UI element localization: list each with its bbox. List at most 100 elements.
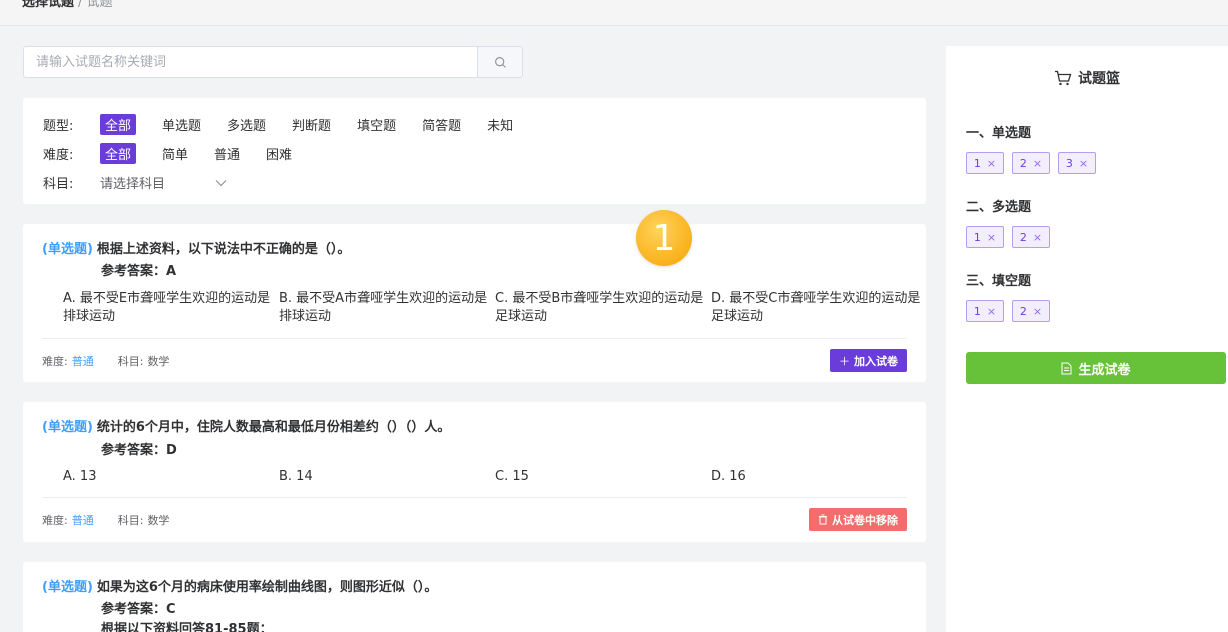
basket-chip-label: 1: [973, 230, 981, 244]
plus-icon: ＋: [839, 354, 850, 368]
difficulty-option-normal[interactable]: 普通: [214, 144, 240, 163]
basket-title: 试题篮: [946, 68, 1228, 88]
basket-chip[interactable]: 3 ×: [1058, 152, 1096, 174]
basket-chip-label: 1: [973, 156, 981, 170]
filter-panel: 题型: 全部 单选题 多选题 判断题 填空题 简答题 未知 难度: 全部 简单 …: [23, 98, 926, 204]
close-icon[interactable]: ×: [1033, 305, 1042, 318]
difficulty-value: 普通: [71, 355, 94, 368]
question-title: (单选题) 如果为这6个月的病床使用率绘制曲线图，则图形近似（）。: [42, 576, 437, 595]
basket-chip[interactable]: 2 ×: [1012, 300, 1050, 322]
question-footer: 难度: 普通 科目: 数学 ＋ 加入试卷: [42, 338, 907, 382]
option-c: C. 15: [495, 469, 529, 484]
option-c: C. 最不受B市聋哑学生欢迎的运动是足球运动: [495, 291, 704, 324]
basket-section-heading: 二、多选题: [966, 200, 1032, 215]
type-option-unknown[interactable]: 未知: [487, 115, 513, 134]
question-card: (单选题) 统计的6个月中，住院人数最高和最低月份相差约（）（）人。 参考答案：D…: [23, 402, 926, 542]
question-type: (单选题): [42, 242, 93, 257]
breadcrumb-current: / 试题: [78, 0, 113, 10]
breadcrumb: 选择试题 / 试题: [22, 0, 113, 10]
basket-section-heading: 一、单选题: [966, 126, 1032, 141]
generate-paper-label: 生成试卷: [1078, 362, 1131, 378]
question-options: A. 最不受E市聋哑学生欢迎的运动是排球运动 B. 最不受A市聋哑学生欢迎的运动…: [63, 290, 927, 326]
remove-from-paper-button[interactable]: 从试卷中移除: [809, 508, 907, 531]
close-icon[interactable]: ×: [987, 157, 996, 170]
search-icon: [494, 56, 506, 68]
option-a: A. 最不受E市聋哑学生欢迎的运动是排球运动: [63, 291, 271, 324]
close-icon[interactable]: ×: [1079, 157, 1088, 170]
basket-chip[interactable]: 2 ×: [1012, 226, 1050, 248]
close-icon[interactable]: ×: [987, 305, 996, 318]
subject-filter-row: 科目: 请选择科目: [43, 173, 906, 192]
subject-value: 数学: [147, 355, 170, 368]
option-d: D. 最不受C市聋哑学生欢迎的运动是足球运动: [711, 291, 921, 324]
type-option-judge[interactable]: 判断题: [292, 115, 331, 134]
type-option-fill[interactable]: 填空题: [357, 115, 396, 134]
difficulty-filter-row: 难度: 全部 简单 普通 困难: [43, 143, 906, 164]
question-type: (单选题): [42, 580, 93, 595]
remove-from-paper-label: 从试卷中移除: [832, 513, 898, 527]
add-to-paper-button[interactable]: ＋ 加入试卷: [830, 349, 907, 372]
question-basket: 试题篮 一、单选题 1 × 2 × 3 × 二、多选题 1 × 2 × 三、填空题 1 × …: [946, 46, 1228, 632]
question-extra: 根据以下资料回答81-85题：: [101, 622, 273, 632]
generate-paper-button[interactable]: 生成试卷: [966, 352, 1226, 384]
basket-chip-label: 3: [1065, 156, 1073, 170]
question-answer: 参考答案：A: [101, 264, 177, 279]
question-footer: 难度: 普通 科目: 数学 从试卷中移除: [42, 497, 907, 542]
question-text: 根据上述资料，以下说法中不正确的是（）。: [96, 242, 351, 257]
subject-label: 科目:: [117, 514, 144, 527]
question-text: 如果为这6个月的病床使用率绘制曲线图，则图形近似（）。: [96, 580, 438, 595]
question-text: 统计的6个月中，住院人数最高和最低月份相差约（）（）人。: [96, 420, 451, 435]
basket-chip[interactable]: 1 ×: [966, 226, 1004, 248]
search-input[interactable]: [23, 46, 477, 78]
basket-title-text: 试题篮: [1078, 71, 1120, 87]
question-title: (单选题) 根据上述资料，以下说法中不正确的是（）。: [42, 238, 350, 257]
subject-value: 数学: [147, 514, 170, 527]
question-options: A. 13 B. 14 C. 15 D. 16: [63, 468, 927, 486]
difficulty-option-hard[interactable]: 困难: [266, 144, 292, 163]
difficulty-option-easy[interactable]: 简单: [162, 144, 188, 163]
chevron-down-icon: [215, 179, 227, 186]
breadcrumb-title: 选择试题: [22, 0, 75, 10]
question-type: (单选题): [42, 420, 93, 435]
question-card: (单选题) 如果为这6个月的病床使用率绘制曲线图，则图形近似（）。 参考答案：C …: [23, 562, 926, 632]
search-button[interactable]: [477, 46, 523, 78]
option-b: B. 最不受A市聋哑学生欢迎的运动是排球运动: [279, 291, 488, 324]
difficulty-option-all[interactable]: 全部: [100, 143, 137, 164]
annotation-badge-1: 1: [636, 210, 692, 266]
question-card: (单选题) 根据上述资料，以下说法中不正确的是（）。 参考答案：A A. 最不受E…: [23, 224, 926, 382]
trash-icon: [819, 514, 827, 525]
basket-section-multiple: 二、多选题 1 × 2 ×: [966, 196, 1058, 248]
basket-chip-label: 1: [973, 304, 981, 318]
basket-chip[interactable]: 1 ×: [966, 300, 1004, 322]
basket-chips: 1 × 2 ×: [966, 226, 1058, 248]
type-filter-label: 题型:: [43, 119, 74, 134]
basket-section-fill: 三、填空题 1 × 2 ×: [966, 270, 1058, 322]
close-icon[interactable]: ×: [1033, 231, 1042, 244]
close-icon[interactable]: ×: [987, 231, 996, 244]
type-option-single[interactable]: 单选题: [162, 115, 201, 134]
difficulty-value: 普通: [71, 514, 94, 527]
subject-select[interactable]: 请选择科目: [100, 173, 227, 192]
close-icon[interactable]: ×: [1033, 157, 1042, 170]
basket-chip[interactable]: 1 ×: [966, 152, 1004, 174]
basket-section-single: 一、单选题 1 × 2 × 3 ×: [966, 122, 1104, 174]
basket-chips: 1 × 2 × 3 ×: [966, 152, 1104, 174]
basket-chip-label: 2: [1019, 304, 1027, 318]
basket-section-heading: 三、填空题: [966, 274, 1032, 289]
basket-chip-label: 2: [1019, 230, 1027, 244]
difficulty-label: 难度:: [42, 514, 68, 527]
question-meta: 难度: 普通 科目: 数学: [42, 512, 169, 528]
option-a: A. 13: [63, 469, 97, 484]
cart-icon: [1055, 70, 1072, 86]
document-icon: [1061, 362, 1072, 374]
option-d: D. 16: [711, 469, 746, 484]
type-option-all[interactable]: 全部: [100, 114, 137, 135]
subject-label: 科目:: [117, 355, 144, 368]
type-option-multiple[interactable]: 多选题: [227, 115, 266, 134]
basket-chip[interactable]: 2 ×: [1012, 152, 1050, 174]
type-option-short[interactable]: 简答题: [422, 115, 461, 134]
basket-chip-label: 2: [1019, 156, 1027, 170]
difficulty-label: 难度:: [42, 355, 68, 368]
question-title: (单选题) 统计的6个月中，住院人数最高和最低月份相差约（）（）人。: [42, 416, 450, 435]
difficulty-filter-label: 难度:: [43, 148, 74, 163]
